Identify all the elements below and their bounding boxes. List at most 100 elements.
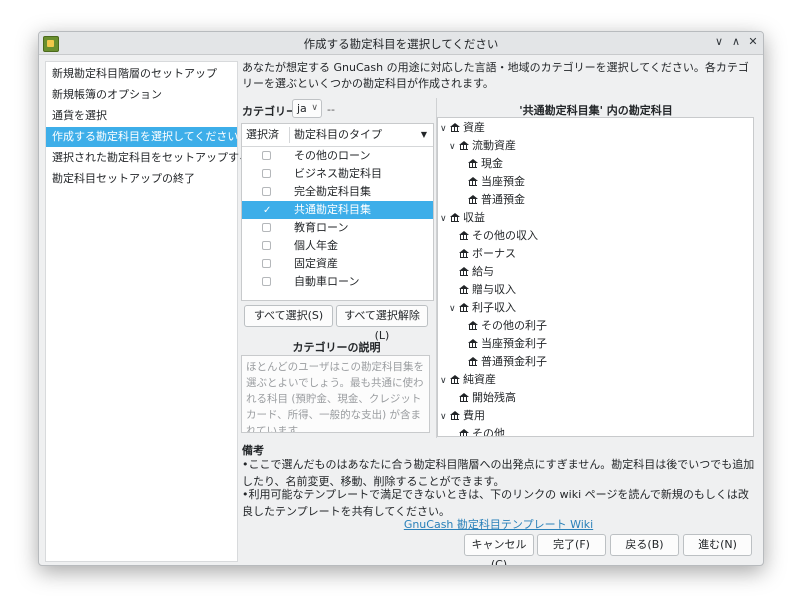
tree-node[interactable]: 開始残高 — [449, 389, 516, 407]
checkbox[interactable] — [262, 259, 271, 268]
checkbox[interactable] — [262, 169, 271, 178]
tree-node-label: その他の利子 — [481, 319, 547, 332]
tree-node[interactable]: ∨ 純資産 — [440, 371, 496, 389]
tree-node[interactable]: ボーナス — [449, 245, 516, 263]
accounts-tree[interactable]: ∨ 資産 ∨ 流動資産 現金 当座預金 普通預金 ∨ 収益 その他の収入 ボーナス 給与 贈与収入 ∨ 利子… — [437, 117, 754, 437]
list-item[interactable]: 完全勘定科目集 — [242, 183, 433, 201]
clear-all-button[interactable]: すべて選択解除(L) — [336, 305, 428, 342]
checkbox[interactable] — [262, 277, 271, 286]
finish-button[interactable]: 完了(F) — [537, 534, 606, 556]
checkbox-checked-icon[interactable]: ✓ — [262, 205, 271, 216]
account-bank-icon — [459, 393, 470, 402]
cancel-button[interactable]: キャンセル(C) — [464, 534, 534, 565]
account-bank-icon — [459, 267, 470, 276]
tree-node[interactable]: ∨ 利子収入 — [449, 299, 516, 317]
list-item-label: ビジネス勘定科目 — [294, 167, 382, 180]
tree-node[interactable]: ∨ 収益 — [440, 209, 485, 227]
close-icon[interactable]: ✕ — [745, 34, 761, 50]
list-item[interactable]: 教育ローン — [242, 219, 433, 237]
tree-node-label: ボーナス — [472, 247, 516, 260]
tree-node[interactable]: 現金 — [458, 155, 503, 173]
expander-icon[interactable]: ∨ — [440, 210, 450, 228]
tree-node[interactable]: 給与 — [449, 263, 494, 281]
column-account-type[interactable]: 勘定科目のタイプ — [290, 124, 382, 146]
tree-node-label: 給与 — [472, 265, 494, 278]
account-bank-icon — [450, 213, 461, 222]
tree-node-label: 普通預金 — [481, 193, 525, 206]
list-item[interactable]: ビジネス勘定科目 — [242, 165, 433, 183]
back-button[interactable]: 戻る(B) — [610, 534, 679, 556]
tree-node-label: 流動資産 — [472, 139, 516, 152]
account-bank-icon — [468, 339, 479, 348]
tree-node[interactable]: 当座預金 — [458, 173, 525, 191]
maximize-icon[interactable]: ∧ — [728, 34, 744, 50]
checkbox[interactable] — [262, 223, 271, 232]
expander-icon[interactable]: ∨ — [440, 408, 450, 426]
tree-node[interactable]: ∨ 流動資産 — [449, 137, 516, 155]
expander-icon[interactable]: ∨ — [440, 372, 450, 390]
list-item-selected[interactable]: ✓ 共通勘定科目集 — [242, 201, 433, 219]
tree-node[interactable]: その他の利子 — [458, 317, 547, 335]
tree-node-label: 当座預金利子 — [481, 337, 547, 350]
list-item-label: その他のローン — [294, 149, 371, 162]
tree-node-label: 収益 — [463, 211, 485, 224]
language-value: ja — [297, 102, 307, 115]
account-bank-icon — [459, 429, 470, 436]
tree-node[interactable]: その他 — [449, 425, 505, 436]
list-item-label: 教育ローン — [294, 221, 349, 234]
language-select[interactable]: ja ∨ — [292, 99, 322, 118]
list-item[interactable]: 固定資産 — [242, 255, 433, 273]
step-item[interactable]: 新規勘定科目階層のセットアップ — [46, 64, 237, 84]
expander-icon[interactable]: ∨ — [449, 138, 459, 156]
intro-text: あなたが想定する GnuCash の用途に対応した言語・地域のカテゴリーを選択し… — [242, 61, 749, 90]
list-item[interactable]: その他のローン — [242, 147, 433, 165]
tree-node[interactable]: ∨ 資産 — [440, 119, 485, 137]
tree-node-label: その他の収入 — [472, 229, 538, 242]
account-bank-icon — [459, 141, 470, 150]
account-bank-icon — [450, 123, 461, 132]
checkbox[interactable] — [262, 187, 271, 196]
tree-node[interactable]: 贈与収入 — [449, 281, 516, 299]
list-item-label: 自動車ローン — [294, 275, 360, 288]
expander-icon[interactable]: ∨ — [440, 120, 450, 138]
column-selected[interactable]: 選択済 — [242, 124, 279, 146]
account-bank-icon — [450, 411, 461, 420]
list-item[interactable]: 個人年金 — [242, 237, 433, 255]
account-bank-icon — [468, 321, 479, 330]
tree-node[interactable]: その他の収入 — [449, 227, 538, 245]
list-item-label: 個人年金 — [294, 239, 338, 252]
category-description-title: カテゴリーの説明 — [292, 341, 381, 354]
expander-icon[interactable]: ∨ — [449, 300, 459, 318]
tree-node-label: 普通預金利子 — [481, 355, 547, 368]
sort-down-icon[interactable]: ▼ — [421, 124, 427, 146]
checkbox[interactable] — [262, 151, 271, 160]
next-button[interactable]: 進む(N) — [683, 534, 752, 556]
tree-node-label: 利子収入 — [472, 301, 516, 314]
region-placeholder: -- — [327, 103, 335, 116]
window-title: 作成する勘定科目を選択してください — [303, 37, 499, 51]
accounts-tree-title: '共通勘定科目集' 内の勘定科目 — [519, 104, 673, 117]
tree-node-label: 純資産 — [463, 373, 496, 386]
note-item: •ここで選んだものはあなたに合う勘定科目階層への出発点にすぎません。勘定科目は後… — [242, 458, 755, 488]
tree-node[interactable]: 普通預金 — [458, 191, 525, 209]
select-all-button[interactable]: すべて選択(S) — [244, 305, 333, 327]
account-types-list[interactable]: 選択済 勘定科目のタイプ ▼ その他のローン ビジネス勘定科目 完全勘定科目集 … — [241, 123, 434, 301]
account-bank-icon — [468, 195, 479, 204]
tree-node-label: 当座預金 — [481, 175, 525, 188]
minimize-icon[interactable]: ∨ — [711, 34, 727, 50]
note-item: •利用可能なテンプレートで満足できないときは、下のリンクの wiki ページを読… — [242, 488, 749, 518]
step-item[interactable]: 新規帳簿のオプション — [46, 85, 237, 105]
list-header: 選択済 勘定科目のタイプ ▼ — [242, 124, 433, 147]
account-bank-icon — [468, 177, 479, 186]
step-item-active[interactable]: 作成する勘定科目を選択してください — [46, 127, 238, 147]
list-item[interactable]: 自動車ローン — [242, 273, 433, 291]
step-item[interactable]: 選択された勘定科目をセットアップする — [46, 148, 250, 168]
tree-node[interactable]: 普通預金利子 — [458, 353, 547, 371]
checkbox[interactable] — [262, 241, 271, 250]
tree-node[interactable]: 当座預金利子 — [458, 335, 547, 353]
step-item[interactable]: 通貨を選択 — [46, 106, 237, 126]
step-item[interactable]: 勘定科目セットアップの終了 — [46, 169, 237, 189]
tree-node[interactable]: ∨ 費用 — [440, 407, 485, 425]
wiki-link[interactable]: GnuCash 勘定科目テンプレート Wiki — [39, 516, 763, 532]
title-bar[interactable]: 作成する勘定科目を選択してください ∨ ∧ ✕ — [39, 32, 763, 55]
